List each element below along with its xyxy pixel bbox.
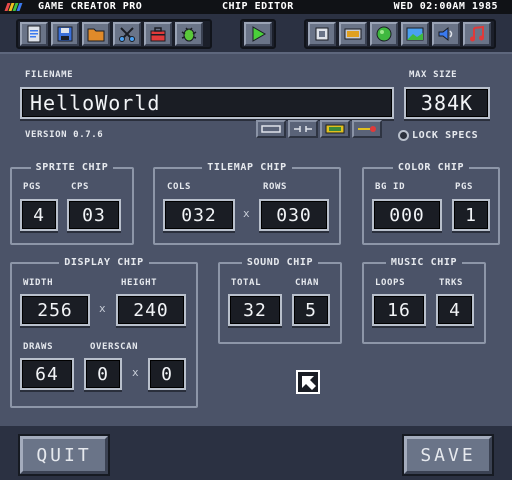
max-size-field[interactable]: 384K: [404, 87, 490, 119]
cut-button[interactable]: [113, 22, 141, 46]
sprite-cps-label: CPS: [71, 182, 90, 192]
chip-tools-group: [304, 19, 496, 49]
display-overscan-x-field[interactable]: 0: [84, 358, 122, 390]
scissors-icon: [119, 27, 135, 42]
image-button[interactable]: [401, 22, 429, 46]
version-label: VERSION 0.7.6: [25, 130, 104, 140]
sound-chan-field[interactable]: 5: [292, 294, 330, 326]
music-trks-label: TRKS: [439, 278, 464, 288]
color-pgs-label: PGS: [455, 182, 474, 192]
music-trks-field[interactable]: 4: [436, 294, 474, 326]
toolbar: [0, 14, 512, 52]
music-chip-title: MUSIC CHIP: [385, 257, 463, 268]
color-ball-icon: [376, 26, 392, 42]
save-disk-button[interactable]: [51, 22, 79, 46]
new-document-button[interactable]: [20, 22, 48, 46]
cartridge-icon: [325, 124, 345, 134]
system-clock: WED 02:00AM 1985: [393, 1, 498, 12]
folder-icon: [87, 28, 105, 42]
bottom-bar: QUIT SAVE: [0, 426, 512, 480]
sound-icon: [438, 26, 453, 42]
max-size-label: MAX SIZE: [409, 70, 458, 80]
sprite-pgs-field[interactable]: 4: [20, 199, 58, 231]
filename-tools: [256, 120, 382, 138]
display-draws-field[interactable]: 64: [20, 358, 74, 390]
menu-bar: GAME CREATOR PRO CHIP EDITOR WED 02:00AM…: [0, 0, 512, 14]
display-chip-title: DISPLAY CHIP: [59, 257, 149, 268]
sound-chip-title: SOUND CHIP: [241, 257, 319, 268]
display-height-label: HEIGHT: [121, 278, 158, 288]
display-draws-label: DRAWS: [23, 342, 54, 352]
display-icon: [344, 28, 362, 40]
sound-button[interactable]: [432, 22, 460, 46]
toolbox-button[interactable]: [144, 22, 172, 46]
display-button[interactable]: [339, 22, 367, 46]
display-times-symbol: x: [99, 302, 106, 315]
tilemap-rows-field[interactable]: 030: [259, 199, 329, 231]
sound-chan-label: CHAN: [295, 278, 320, 288]
version-value: 0.7.6: [73, 130, 104, 140]
chip-editor-panel: FILENAME HelloWorld MAX SIZE 384K VERSIO…: [0, 52, 512, 426]
document-icon: [27, 25, 41, 43]
resize-icon: [261, 125, 281, 133]
mouse-cursor-icon: [296, 370, 320, 394]
tilemap-times-symbol: x: [243, 207, 250, 220]
music-loops-field[interactable]: 16: [372, 294, 426, 326]
filename-label: FILENAME: [25, 70, 74, 80]
lock-specs-label: LOCK SPECS: [412, 130, 479, 141]
tilemap-cols-field[interactable]: 032: [163, 199, 235, 231]
resize-tool-button[interactable]: [256, 120, 286, 138]
display-height-field[interactable]: 240: [116, 294, 186, 326]
app-logo-icon: [4, 3, 23, 11]
wrench-icon: [358, 126, 376, 132]
color-button[interactable]: [370, 22, 398, 46]
link-tool-button[interactable]: [288, 120, 318, 138]
run-group: [240, 19, 276, 49]
tilemap-cols-label: COLS: [167, 182, 192, 192]
open-folder-button[interactable]: [82, 22, 110, 46]
display-width-label: WIDTH: [23, 278, 54, 288]
cartridge-tool-button[interactable]: [320, 120, 350, 138]
toolbox-icon: [150, 27, 166, 42]
music-loops-label: LOOPS: [375, 278, 406, 288]
lock-specs-toggle[interactable]: LOCK SPECS: [398, 130, 478, 141]
music-icon: [470, 25, 484, 42]
save-button[interactable]: SAVE: [404, 436, 492, 474]
settings-chip-icon: [315, 27, 329, 41]
image-icon: [406, 27, 424, 41]
display-width-field[interactable]: 256: [20, 294, 90, 326]
color-bg-label: BG ID: [375, 182, 406, 192]
filename-input[interactable]: HelloWorld: [20, 87, 394, 119]
save-icon: [57, 26, 73, 42]
sprite-chip-title: SPRITE CHIP: [30, 162, 114, 173]
sprite-cps-field[interactable]: 03: [67, 199, 121, 231]
tilemap-rows-label: ROWS: [263, 182, 288, 192]
tilemap-chip-title: TILEMAP CHIP: [202, 162, 292, 173]
sound-total-label: TOTAL: [231, 278, 262, 288]
color-bg-field[interactable]: 000: [372, 199, 442, 231]
play-icon: [252, 26, 266, 42]
sprite-pgs-label: PGS: [23, 182, 42, 192]
lock-specs-radio[interactable]: [398, 130, 409, 141]
overscan-times-symbol: x: [132, 366, 139, 379]
quit-button[interactable]: QUIT: [20, 436, 108, 474]
display-overscan-label: OVERSCAN: [90, 342, 139, 352]
music-button[interactable]: [463, 22, 491, 46]
debug-button[interactable]: [175, 22, 203, 46]
play-button[interactable]: [244, 22, 272, 46]
sound-total-field[interactable]: 32: [228, 294, 282, 326]
bug-icon: [181, 27, 197, 42]
app-title: GAME CREATOR PRO: [38, 1, 143, 12]
display-overscan-y-field[interactable]: 0: [148, 358, 186, 390]
link-icon: [294, 126, 312, 132]
tool-title: CHIP EDITOR: [222, 1, 294, 12]
file-tools-group: [16, 19, 212, 49]
color-pgs-field[interactable]: 1: [452, 199, 490, 231]
color-chip-title: COLOR CHIP: [392, 162, 470, 173]
chip-editor-button[interactable]: [308, 22, 336, 46]
wrench-tool-button[interactable]: [352, 120, 382, 138]
